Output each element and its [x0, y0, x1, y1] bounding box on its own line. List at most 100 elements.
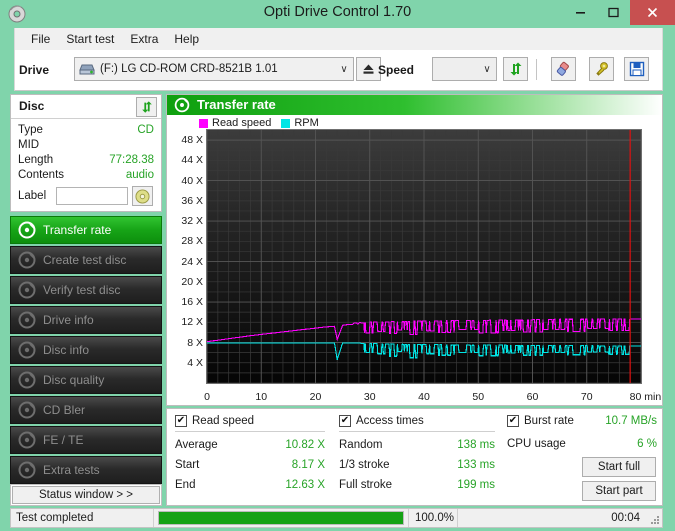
minimize-button[interactable]: [564, 0, 597, 25]
sidebar-item-drive-info[interactable]: Drive info: [10, 306, 162, 334]
cd-disc-icon: [135, 188, 150, 204]
drive-select[interactable]: (F:) LG CD-ROM CRD-8521B 1.01 ∨: [74, 57, 354, 81]
stat-row-average: Average 10.82 X: [175, 435, 325, 455]
y-tick-label: 4 X: [187, 356, 203, 369]
sidebar-item-fe-te[interactable]: FE / TE: [10, 426, 162, 454]
erase-button[interactable]: [551, 57, 576, 81]
menu-item-start-test[interactable]: Start test: [58, 30, 122, 48]
disc-label-key: Label: [18, 190, 47, 202]
drive-value: (F:) LG CD-ROM CRD-8521B 1.01: [100, 63, 278, 75]
x-tick-label: 80 min: [629, 391, 662, 403]
drive-label: Drive: [19, 63, 50, 77]
speed-select[interactable]: ∨: [432, 57, 497, 81]
disc-grey-icon: [18, 401, 36, 419]
access-times-checkbox[interactable]: ✔: [339, 415, 351, 427]
disc-panel: Disc Type CD MID Length 77:28.38 Content…: [10, 94, 162, 212]
stat-key-start: Start: [175, 459, 200, 471]
toolbar-separator: [536, 59, 537, 80]
access-times-header: ✔ Access times: [339, 415, 495, 432]
x-axis: 0 10 20 30 40 50 60 70 80 min: [204, 385, 661, 407]
sidebar-item-disc-info[interactable]: Disc info: [10, 336, 162, 364]
stat-row-full-stroke: Full stroke 199 ms: [339, 475, 495, 495]
disc-key-contents: Contents: [18, 169, 65, 181]
x-tick-label: 0: [204, 391, 210, 403]
access-times-label: Access times: [356, 415, 424, 427]
x-tick-label: 50: [472, 391, 485, 403]
disc-grey-icon: [18, 431, 36, 449]
y-tick-label: 16 X: [181, 296, 203, 309]
status-window-container: Status window > >: [10, 484, 162, 506]
x-tick-label: 30: [363, 391, 376, 403]
y-tick-label: 12 X: [181, 316, 203, 329]
disc-key-type: Type: [18, 124, 43, 136]
close-button[interactable]: [630, 0, 675, 25]
app-window: Opti Drive Control 1.70 File Start test …: [0, 0, 675, 531]
chart-title: Transfer rate: [197, 97, 276, 112]
y-tick-label: 36 X: [181, 194, 203, 207]
progress-cell: [154, 509, 408, 527]
disc-row-type: Type CD: [18, 123, 154, 138]
disc-row-contents: Contents audio: [18, 168, 154, 183]
y-tick-label: 28 X: [181, 235, 203, 248]
sidebar-item-disc-quality[interactable]: Disc quality: [10, 366, 162, 394]
burst-rate-checkbox[interactable]: ✔: [507, 415, 519, 427]
stat-row-random: Random 138 ms: [339, 435, 495, 455]
stat-row-cpu-usage: CPU usage 6 %: [507, 434, 657, 454]
sidebar-label-create-test-disc: Create test disc: [43, 253, 127, 267]
menu-item-file[interactable]: File: [23, 30, 58, 48]
menu-item-help[interactable]: Help: [166, 30, 207, 48]
y-tick-label: 48 X: [181, 134, 203, 147]
disc-label-read-button[interactable]: [132, 186, 153, 206]
disc-row-length: Length 77:28.38: [18, 153, 154, 168]
sidebar-item-verify-test-disc[interactable]: Verify test disc: [10, 276, 162, 304]
sidebar-item-transfer-rate[interactable]: Transfer rate: [10, 216, 162, 244]
maximize-button[interactable]: [597, 0, 630, 25]
chart-legend: Read speed RPM: [199, 117, 319, 129]
refresh-button[interactable]: [503, 57, 528, 81]
burst-rate-label: Burst rate: [524, 415, 574, 427]
menu-item-extra[interactable]: Extra: [122, 30, 166, 48]
read-speed-checkbox[interactable]: ✔: [175, 415, 187, 427]
y-tick-label: 20 X: [181, 275, 203, 288]
tools-button[interactable]: [589, 57, 614, 81]
disc-key-length: Length: [18, 154, 54, 166]
disc-grey-icon: [18, 461, 36, 479]
status-window-button[interactable]: Status window > >: [12, 486, 160, 504]
start-full-button[interactable]: Start full: [582, 457, 656, 477]
sidebar-item-extra-tests[interactable]: Extra tests: [10, 456, 162, 484]
stats-panel: ✔ Read speed Average 10.82 X Start 8.17 …: [166, 408, 663, 506]
x-tick-label: 70: [580, 391, 593, 403]
stat-value-start: 8.17 X: [291, 459, 325, 471]
resize-grip-icon[interactable]: [648, 509, 662, 527]
refresh-icon: [141, 101, 152, 113]
sidebar-label-transfer-rate: Transfer rate: [43, 223, 112, 237]
plot-area[interactable]: [206, 129, 642, 384]
stat-key-end: End: [175, 479, 196, 491]
elapsed-time: 00:04: [611, 512, 640, 524]
eraser-icon: [556, 61, 569, 76]
stat-value-full-stroke: 199 ms: [457, 479, 495, 491]
minimize-icon: [576, 12, 585, 14]
disc-refresh-button[interactable]: [136, 97, 157, 117]
x-tick-label: 10: [255, 391, 268, 403]
y-tick-label: 40 X: [181, 174, 203, 187]
chevron-down-icon: ∨: [483, 63, 491, 75]
disc-value-length: 77:28.38: [109, 154, 154, 166]
disc-grey-icon: [18, 311, 36, 329]
save-button[interactable]: [624, 57, 649, 81]
grip-dots-icon: [651, 516, 659, 524]
start-part-button[interactable]: Start part: [582, 481, 656, 501]
disc-label-input[interactable]: [56, 187, 128, 205]
sidebar-label-disc-quality: Disc quality: [43, 373, 105, 387]
sidebar-item-cd-bler[interactable]: CD Bler: [10, 396, 162, 424]
sidebar-item-create-test-disc[interactable]: Create test disc: [10, 246, 162, 274]
read-speed-header: ✔ Read speed: [175, 415, 325, 432]
refresh-icon: [510, 62, 521, 76]
chevron-down-icon: ∨: [340, 63, 348, 75]
close-icon: [647, 7, 658, 18]
x-tick-label: 40: [418, 391, 430, 403]
sidebar-label-cd-bler: CD Bler: [43, 403, 86, 417]
title-bar: Opti Drive Control 1.70: [0, 0, 675, 28]
stat-key-random: Random: [339, 439, 383, 451]
stat-value-third-stroke: 133 ms: [457, 459, 495, 471]
